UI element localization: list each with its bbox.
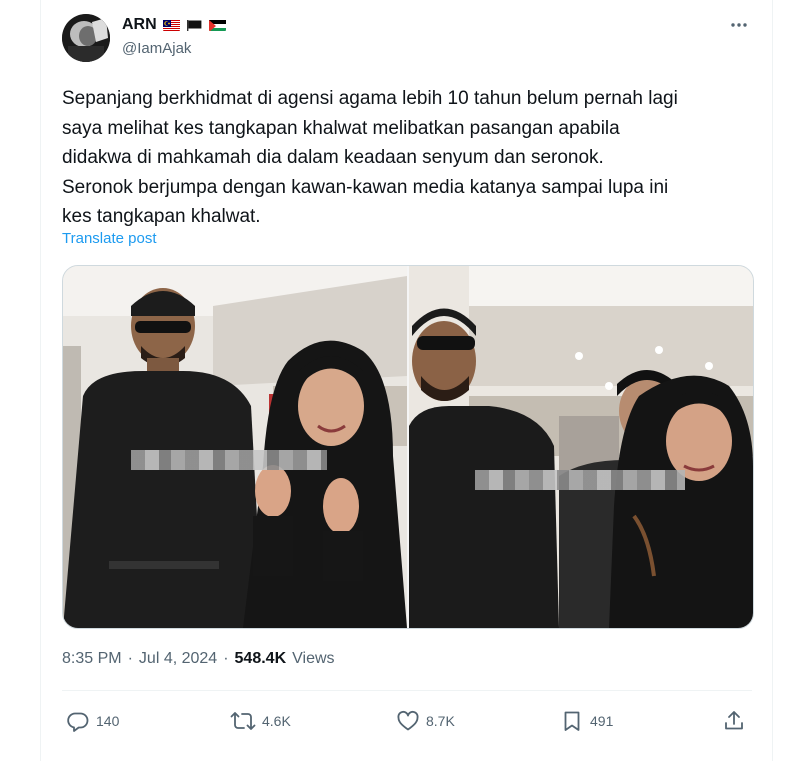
tweet-media[interactable] [62, 265, 754, 629]
views-label: Views [292, 650, 335, 667]
reply-button[interactable]: 140 [66, 706, 119, 736]
repost-count: 4.6K [262, 713, 291, 729]
tweet-text: Sepanjang berkhidmat di agensi agama leb… [62, 88, 678, 227]
more-horizontal-icon[interactable] [728, 14, 750, 36]
bookmark-icon [560, 709, 584, 733]
tweet-date[interactable]: Jul 4, 2024 [139, 650, 217, 668]
media-photo-right[interactable] [409, 266, 753, 628]
meta-separator: · [223, 650, 229, 667]
meta-separator: · [127, 650, 133, 667]
media-photo-left[interactable] [63, 266, 407, 628]
views-count: 548.4K [234, 650, 287, 667]
column-border-left [40, 0, 41, 761]
malaysia-flag-icon [162, 19, 180, 31]
reply-count: 140 [96, 713, 120, 729]
like-count: 8.7K [426, 713, 455, 729]
tweet-meta: 8:35 PM · Jul 4, 2024 · 548.4K Views [62, 650, 335, 668]
actions-divider [62, 690, 752, 691]
like-button[interactable]: 8.7K [396, 706, 455, 736]
black-flag-icon [186, 19, 203, 31]
avatar[interactable] [62, 14, 110, 62]
palestine-flag-icon [208, 19, 226, 31]
column-border-right [772, 0, 773, 761]
bookmark-count: 491 [590, 713, 614, 729]
share-icon [722, 709, 746, 733]
blur-censor-bar [475, 470, 685, 490]
blur-censor-bar [131, 450, 327, 470]
bookmark-button[interactable]: 491 [560, 706, 613, 736]
heart-icon [396, 709, 420, 733]
author-name-row: ARN [122, 14, 226, 36]
author-handle[interactable]: @IamAjak [122, 40, 191, 57]
repost-icon [230, 709, 256, 733]
tweet-time[interactable]: 8:35 PM [62, 650, 122, 668]
repost-button[interactable]: 4.6K [230, 706, 291, 736]
tweet-actions: 140 4.6K 8.7K 491 [62, 706, 752, 736]
share-button[interactable] [722, 706, 746, 736]
author-display-name[interactable]: ARN [122, 16, 157, 34]
reply-icon [66, 709, 90, 733]
tweet-page: ARN @IamAjak Sepanjang berkhidmat di age… [0, 0, 800, 761]
translate-post-link[interactable]: Translate post [62, 230, 157, 247]
